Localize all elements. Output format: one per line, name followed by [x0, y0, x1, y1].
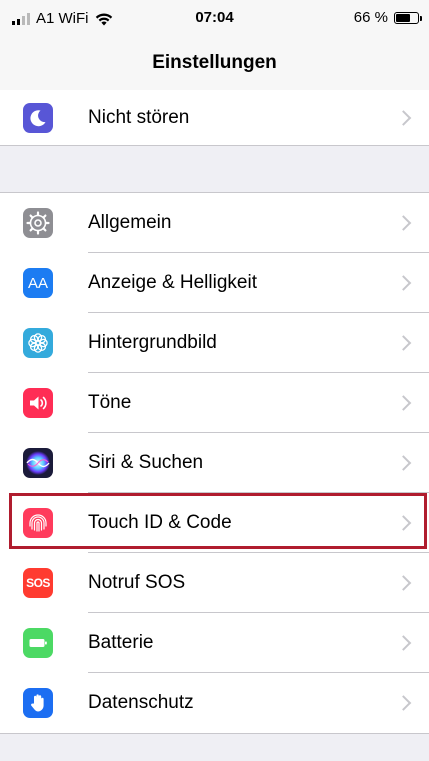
- fingerprint-icon: [23, 508, 53, 538]
- settings-row-nicht-stoeren[interactable]: Nicht stören: [0, 90, 429, 145]
- battery-percentage: 66 %: [353, 9, 388, 26]
- gear-icon: [23, 208, 53, 238]
- settings-row-label: Anzeige & Helligkeit: [88, 272, 257, 293]
- settings-row-label: Nicht stören: [88, 106, 190, 128]
- siri-icon: [23, 448, 53, 478]
- chevron-right-icon: [395, 515, 412, 531]
- chevron-right-icon: [395, 109, 412, 126]
- sos-icon: SOS: [23, 568, 53, 598]
- flower-icon: [23, 328, 53, 358]
- settings-row-anzeige-helligkeit[interactable]: AA Anzeige & Helligkeit: [0, 253, 429, 313]
- speaker-icon: [23, 388, 53, 418]
- chevron-right-icon: [395, 575, 412, 591]
- sos-icon-glyph: SOS: [26, 576, 50, 590]
- status-bar: A1 WiFi 07:04 66 %: [0, 0, 429, 36]
- settings-row-siri-suchen[interactable]: Siri & Suchen: [0, 433, 429, 493]
- settings-row-notruf-sos[interactable]: SOS Notruf SOS: [0, 553, 429, 613]
- hand-icon: [23, 688, 53, 718]
- chevron-right-icon: [395, 215, 412, 231]
- battery-icon: [23, 628, 53, 658]
- text-size-icon-glyph: AA: [27, 274, 48, 292]
- text-size-icon: AA: [23, 268, 53, 298]
- page-title: Einstellungen: [152, 52, 277, 73]
- settings-row-label: Datenschutz: [88, 692, 194, 713]
- chevron-right-icon: [395, 635, 412, 651]
- chevron-right-icon: [395, 455, 412, 471]
- settings-row-label: Siri & Suchen: [88, 452, 204, 473]
- chevron-right-icon: [395, 275, 412, 291]
- settings-row-touch-id-code[interactable]: Touch ID & Code: [0, 493, 429, 553]
- settings-row-toene[interactable]: Töne: [0, 373, 429, 433]
- battery-icon: [394, 11, 422, 24]
- settings-row-label: Notruf SOS: [88, 572, 186, 593]
- settings-row-allgemein[interactable]: Allgemein: [0, 193, 429, 253]
- settings-row-label: Batterie: [88, 632, 154, 653]
- battery-fill: [396, 13, 410, 22]
- settings-group-top: Nicht stören: [0, 90, 429, 146]
- settings-row-batterie[interactable]: Batterie: [0, 613, 429, 673]
- chevron-right-icon: [395, 695, 412, 711]
- settings-row-datenschutz[interactable]: Datenschutz: [0, 673, 429, 733]
- settings-row-label: Töne: [88, 392, 132, 413]
- navigation-bar: Einstellungen: [0, 36, 429, 91]
- moon-icon: [23, 102, 53, 133]
- settings-row-label: Hintergrundbild: [88, 332, 217, 353]
- settings-row-hintergrundbild[interactable]: Hintergrundbild: [0, 313, 429, 373]
- status-right: 66 %: [353, 9, 422, 26]
- chevron-right-icon: [395, 395, 412, 411]
- chevron-right-icon: [395, 335, 412, 351]
- settings-row-label: Touch ID & Code: [88, 512, 232, 533]
- settings-group-main: Allgemein AA Anzeige & Helligkeit Hinter…: [0, 192, 429, 734]
- settings-row-label: Allgemein: [88, 212, 172, 233]
